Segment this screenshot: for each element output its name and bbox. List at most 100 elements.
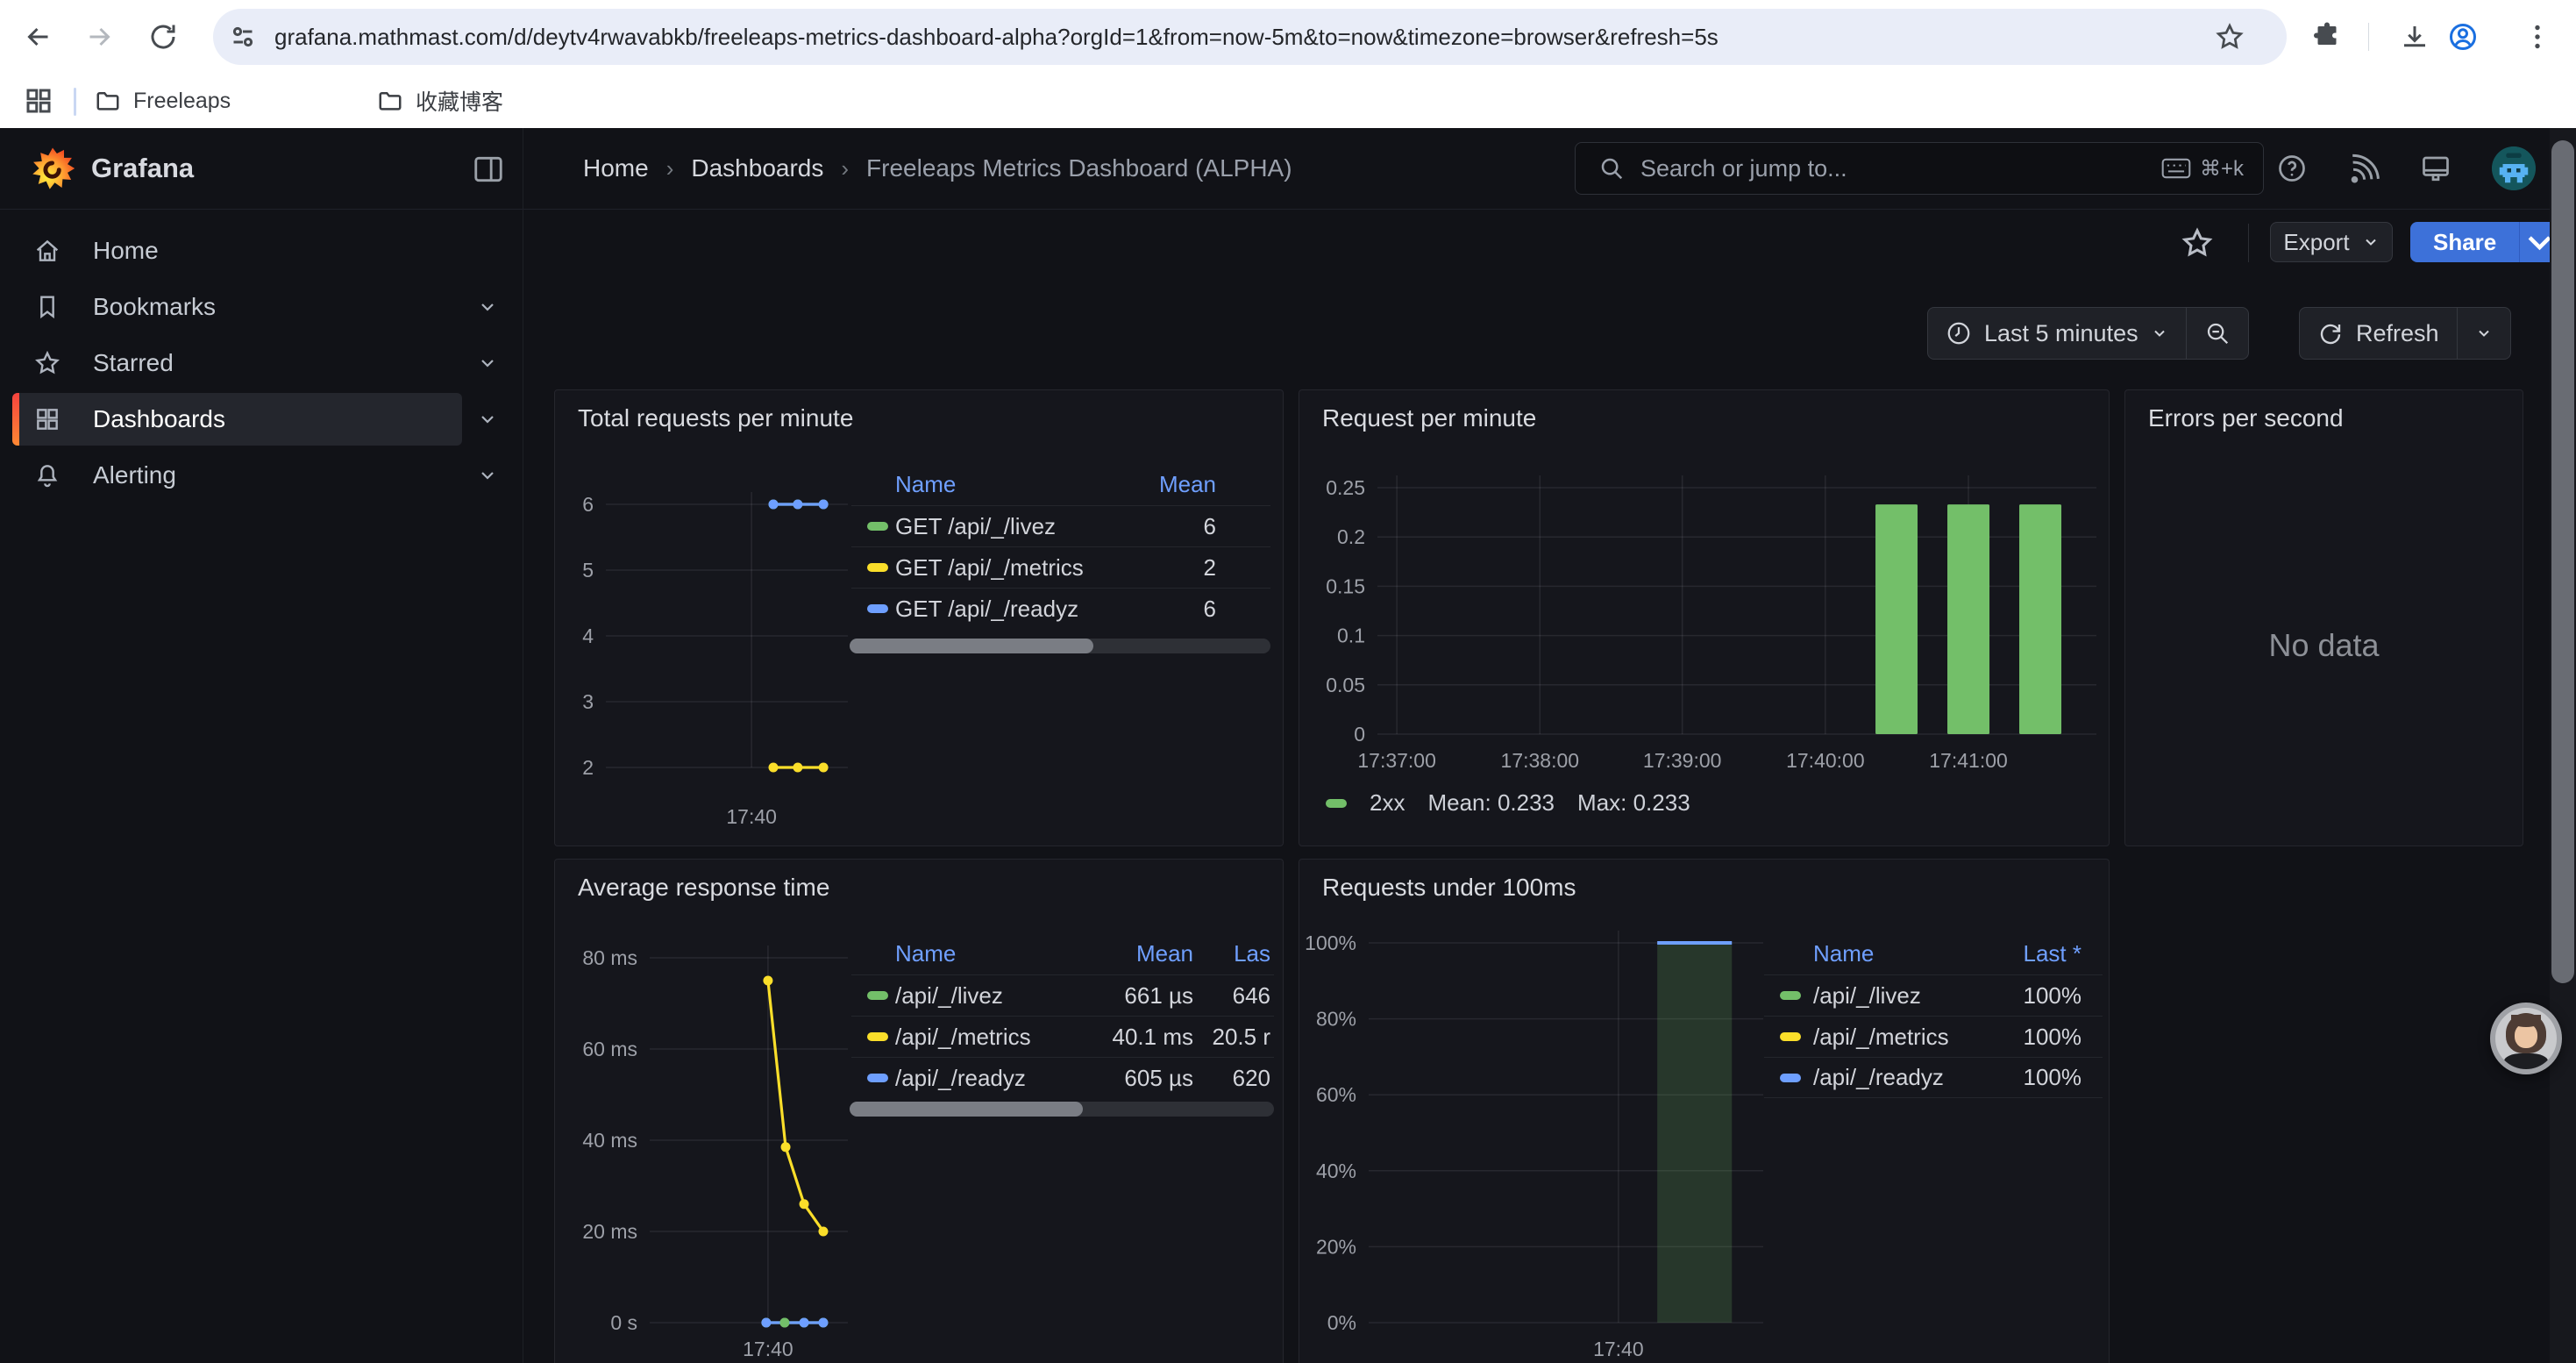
sidebar-item-alerting[interactable]: Alerting xyxy=(0,447,523,503)
monitor-icon[interactable] xyxy=(2420,153,2451,184)
svg-text:80%: 80% xyxy=(1316,1008,1356,1031)
legend-scrollbar-thumb[interactable] xyxy=(850,1102,1083,1117)
page-scrollbar[interactable] xyxy=(2550,128,2576,1363)
bookmark-folder[interactable]: Freeleaps xyxy=(95,74,231,128)
scrollbar-thumb[interactable] xyxy=(2551,140,2574,983)
legend-series-name[interactable]: /api/_/metrics xyxy=(895,1024,1062,1051)
sidebar-item-starred[interactable]: Starred xyxy=(0,335,523,391)
series-swatch xyxy=(1780,1074,1801,1082)
share-button[interactable]: Share xyxy=(2410,222,2519,262)
legend-row: /api/_/livez661 µs646 xyxy=(851,974,1274,1016)
sidebar-item-label: Starred xyxy=(93,349,174,377)
sidebar-collapse-icon[interactable] xyxy=(472,153,505,184)
sidebar-item-home[interactable]: Home xyxy=(0,223,523,279)
legend-series-name[interactable]: /api/_/metrics xyxy=(1813,1024,1968,1051)
svg-text:0.15: 0.15 xyxy=(1326,574,1365,597)
help-icon[interactable] xyxy=(2276,153,2308,184)
legend-table: NameLast */api/_/livez100%/api/_/metrics… xyxy=(1764,933,2103,1098)
svg-text:60%: 60% xyxy=(1316,1083,1356,1106)
favorite-star-icon[interactable] xyxy=(2180,225,2215,260)
user-avatar[interactable] xyxy=(2492,146,2536,190)
refresh-interval-button[interactable] xyxy=(2457,308,2510,359)
zoom-out-button[interactable] xyxy=(2186,308,2248,359)
legend-scrollbar-thumb[interactable] xyxy=(850,639,1093,653)
panel-total-requests: Total requests per minute 6543217:40Name… xyxy=(554,389,1284,846)
legend-row: GET /api/_/metrics2 xyxy=(851,546,1270,588)
chevron-down-icon[interactable] xyxy=(477,353,498,374)
svg-text:17:37:00: 17:37:00 xyxy=(1357,749,1436,772)
profile-icon[interactable] xyxy=(2444,18,2482,56)
legend-column-header[interactable]: Name xyxy=(1813,940,1968,967)
legend-series-name[interactable]: /api/_/livez xyxy=(1813,982,1968,1010)
legend-value: 2 xyxy=(1120,554,1216,582)
bookmark-star-icon[interactable] xyxy=(2210,18,2249,56)
url-text[interactable]: grafana.mathmast.com/d/deytv4rwavabkb/fr… xyxy=(274,9,2186,65)
legend-series-name[interactable]: /api/_/readyz xyxy=(1813,1064,1968,1091)
legend-value: 20.5 r xyxy=(1193,1024,1270,1051)
breadcrumb-item[interactable]: Home xyxy=(583,154,649,182)
home-icon xyxy=(33,237,61,265)
panel-average-response-time: Average response time 80 ms60 ms40 ms20 … xyxy=(554,859,1284,1363)
legend-series-name[interactable]: GET /api/_/readyz xyxy=(895,596,1120,623)
no-data-message: No data xyxy=(2125,627,2523,664)
bookmark-icon xyxy=(33,293,61,321)
sidebar-item-dashboards[interactable]: Dashboards xyxy=(0,391,523,447)
legend-value: 100% xyxy=(1968,1064,2081,1091)
menu-kebab-icon[interactable] xyxy=(2518,18,2557,56)
sidebar-nav: HomeBookmarks Starred Dashboards Alerting xyxy=(0,223,523,503)
extensions-icon[interactable] xyxy=(2308,18,2346,56)
refresh-button[interactable]: Refresh xyxy=(2300,308,2457,359)
export-button[interactable]: Export xyxy=(2270,222,2393,262)
svg-text:60 ms: 60 ms xyxy=(582,1038,637,1060)
site-settings-icon[interactable] xyxy=(224,18,262,56)
svg-text:0.25: 0.25 xyxy=(1326,476,1365,499)
svg-text:0%: 0% xyxy=(1327,1311,1356,1334)
breadcrumb-separator: › xyxy=(841,155,849,182)
series-swatch xyxy=(867,991,888,1000)
download-icon[interactable] xyxy=(2395,18,2434,56)
assistant-avatar[interactable] xyxy=(2490,1003,2562,1074)
legend-series-name[interactable]: /api/_/livez xyxy=(895,982,1062,1010)
series-swatch xyxy=(867,604,888,613)
sidebar-item-label: Alerting xyxy=(93,461,176,489)
legend-series-name[interactable]: /api/_/readyz xyxy=(895,1065,1062,1092)
svg-text:40%: 40% xyxy=(1316,1160,1356,1182)
svg-text:100%: 100% xyxy=(1305,931,1356,954)
forward-arrow-icon[interactable] xyxy=(80,18,118,56)
legend-column-header[interactable]: Name xyxy=(895,940,1062,967)
legend-series-name[interactable]: GET /api/_/metrics xyxy=(895,554,1120,582)
legend-scrollbar[interactable] xyxy=(850,639,1270,653)
legend-value: 661 µs xyxy=(1062,982,1193,1010)
grafana-logo-icon[interactable] xyxy=(30,146,75,191)
legend-column-header[interactable]: Mean xyxy=(1120,471,1216,498)
svg-text:6: 6 xyxy=(582,493,594,516)
svg-text:3: 3 xyxy=(582,690,594,713)
legend-column-header[interactable]: Mean xyxy=(1062,940,1193,967)
bookmark-folder[interactable]: 收藏博客 xyxy=(377,74,503,128)
sidebar-item-bookmarks[interactable]: Bookmarks xyxy=(0,279,523,335)
search-input[interactable]: Search or jump to... ⌘+k xyxy=(1575,142,2264,195)
chevron-down-icon[interactable] xyxy=(477,465,498,486)
legend-column-header[interactable]: Las xyxy=(1193,940,1270,967)
news-rss-icon[interactable] xyxy=(2348,153,2380,184)
reload-icon[interactable] xyxy=(144,18,182,56)
legend-scrollbar[interactable] xyxy=(850,1102,1274,1117)
breadcrumb-item[interactable]: Dashboards xyxy=(691,154,823,182)
legend-row: /api/_/livez100% xyxy=(1764,974,2103,1016)
legend-column-header[interactable]: Name xyxy=(895,471,1120,498)
panel-requests-under-100ms: Requests under 100ms 100%80%60%40%20%0%1… xyxy=(1299,859,2110,1363)
apps-grid-icon[interactable] xyxy=(19,82,58,120)
legend-series-name[interactable]: GET /api/_/livez xyxy=(895,513,1120,540)
chevron-down-icon[interactable] xyxy=(477,296,498,318)
legend-column-header[interactable]: Last * xyxy=(1968,940,2081,967)
bookmarks-bar: Freeleaps 收藏博客 xyxy=(0,74,2576,128)
breadcrumb: Home›Dashboards›Freeleaps Metrics Dashbo… xyxy=(583,128,1292,209)
svg-text:0.2: 0.2 xyxy=(1337,525,1365,548)
chevron-down-icon[interactable] xyxy=(477,409,498,430)
svg-text:17:40: 17:40 xyxy=(726,805,777,828)
url-bar[interactable]: grafana.mathmast.com/d/deytv4rwavabkb/fr… xyxy=(213,9,2287,65)
back-arrow-icon[interactable] xyxy=(19,18,58,56)
panel-title[interactable]: Errors per second xyxy=(2148,404,2344,432)
svg-text:17:41:00: 17:41:00 xyxy=(1929,749,2008,772)
time-range-picker[interactable]: Last 5 minutes xyxy=(1928,308,2186,359)
